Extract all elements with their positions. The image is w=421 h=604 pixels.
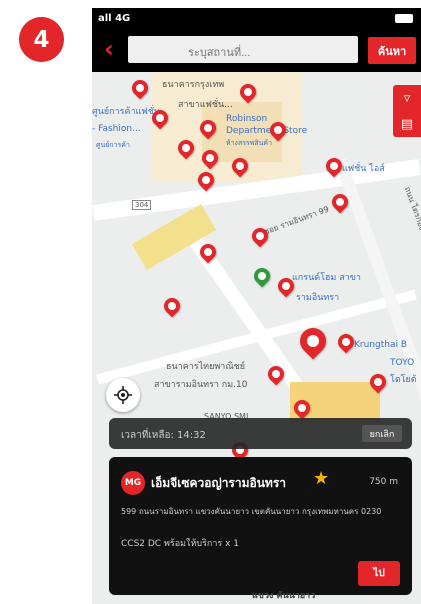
map-label: ซอย รามอินทรา 99 (262, 204, 331, 237)
charging-station-pin[interactable] (264, 362, 288, 386)
filter-icon[interactable]: ▿ (404, 91, 411, 106)
signal-indicator: all 4G (98, 13, 131, 24)
map-label: ศูนย์การค้าแฟชั่น (92, 107, 160, 117)
current-location-pin (250, 264, 274, 288)
charging-station-pin[interactable] (228, 154, 252, 178)
top-bar: ‹ ค้นหา (92, 29, 421, 72)
charging-station-pin[interactable] (148, 106, 172, 130)
map-label: แกรนด์โฮม สาขา (292, 273, 361, 283)
locate-me-button[interactable] (106, 378, 140, 412)
map-label: ถนน ไตรกอง (402, 185, 421, 232)
list-icon[interactable]: ▤ (401, 117, 413, 132)
charging-station-pin[interactable] (236, 80, 260, 104)
battery-icon (395, 14, 413, 23)
status-bar: all 4G (92, 8, 421, 29)
phone-screen: all 4G ‹ ค้นหา ธนาคารกรุงเทพ สาขาแฟชั่น.… (92, 8, 421, 604)
go-button[interactable]: ไป (358, 561, 400, 586)
charging-station-pin-selected[interactable] (294, 322, 332, 360)
map-label: Robinson (226, 114, 268, 124)
map-label: 304 (132, 200, 152, 210)
reservation-timer-bar: เวลาที่เหลือ: 14:32 ยกเลิก (109, 418, 412, 449)
charging-station-pin[interactable] (160, 294, 184, 318)
charging-station-pin[interactable] (128, 76, 152, 100)
cancel-button[interactable]: ยกเลิก (362, 425, 402, 442)
search-button[interactable]: ค้นหา (368, 37, 416, 64)
map-label: โตโยต้ (390, 375, 417, 385)
map-label: - Fashion... (92, 124, 141, 134)
search-input[interactable] (128, 36, 358, 63)
charging-station-pin[interactable] (328, 190, 352, 214)
station-name: เอ็มจีเซควอญ่ารามอินทรา (151, 476, 287, 490)
crosshair-icon (114, 386, 132, 404)
back-chevron-icon[interactable]: ‹ (104, 37, 114, 61)
map-label: แฟชั่น ไอส์ (342, 164, 385, 174)
map-label: รามอินทรา (296, 293, 340, 303)
map-label: Department Store (226, 126, 308, 136)
charging-station-pin[interactable] (290, 396, 314, 420)
map-label: สาขารามอินทรา กม.10 (154, 380, 248, 390)
station-info-card: MG เอ็มจีเซควอญ่ารามอินทรา ★ 750 m 599 ถ… (109, 457, 412, 595)
charging-station-pin[interactable] (322, 154, 346, 178)
charging-station-pin[interactable] (274, 274, 298, 298)
step-number-badge: 4 (19, 17, 64, 62)
charging-station-pin[interactable] (266, 118, 290, 142)
charging-station-pin[interactable] (248, 224, 272, 248)
map-label: ศูนย์การค้า (96, 141, 130, 149)
map-label: ธนาคารกรุงเทพ (162, 80, 225, 90)
map-label: ห้างสรรพสินค้า (226, 139, 273, 147)
charging-station-pin[interactable] (196, 116, 220, 140)
station-distance: 750 m (369, 477, 398, 487)
charging-station-pin[interactable] (334, 330, 358, 354)
map-label: ธนาคารไทยพาณิชย์ (166, 362, 246, 372)
map-label: Krungthai B (354, 340, 408, 350)
timer-label: เวลาที่เหลือ: 14:32 (121, 430, 206, 441)
station-address: 599 ถนนรามอินทรา แขวงคันนายาว เขตคันนายา… (121, 507, 382, 516)
map-side-toolbar: ▿ ▤ (393, 85, 421, 137)
mg-logo-icon: MG (121, 471, 145, 495)
charging-station-pin[interactable] (174, 136, 198, 160)
charging-station-pin[interactable] (366, 370, 390, 394)
charging-station-pin[interactable] (194, 168, 218, 192)
charging-station-pin[interactable] (198, 146, 222, 170)
favorite-star-icon[interactable]: ★ (313, 468, 329, 489)
map-label: TOYO (390, 358, 415, 368)
charging-station-pin[interactable] (196, 240, 220, 264)
map-road (96, 289, 417, 385)
map-view[interactable]: ธนาคารกรุงเทพ สาขาแฟชั่น... ศูนย์การค้าแ… (92, 72, 421, 604)
charger-info: CCS2 DC พร้อมให้บริการ x 1 (121, 539, 240, 549)
map-label: แขวง คันนายาว (252, 591, 316, 601)
map-label: สาขาแฟชั่น... (178, 100, 233, 110)
